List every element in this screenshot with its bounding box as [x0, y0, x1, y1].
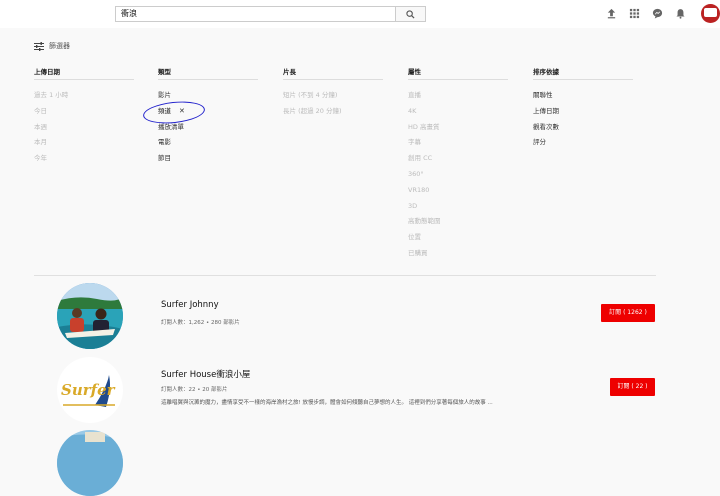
filter-option[interactable]: 字幕	[408, 135, 508, 151]
filter-option-label: HD 高畫質	[408, 122, 440, 131]
filter-option-label: 節目	[158, 154, 171, 163]
filter-option[interactable]: 長片 (超過 20 分鐘)	[283, 104, 383, 120]
channel-meta: 訂閱人數：1,262 • 280 部影片	[161, 320, 240, 326]
channel-avatar[interactable]	[57, 283, 123, 349]
filter-option[interactable]: 今年	[34, 151, 134, 167]
filter-option[interactable]: 360°	[408, 167, 508, 183]
filter-column-features: 屬性 直播 4K HD 高畫質 字幕創用 CC 360° VR180 3D 高動態範圍位置已購…	[408, 66, 508, 262]
filter-option[interactable]: 3D	[408, 199, 508, 215]
filter-option-label: 今年	[34, 154, 47, 163]
filter-option[interactable]: HD 高畫質	[408, 120, 508, 136]
filter-option-label: 本週	[34, 122, 47, 131]
filter-option[interactable]: 位置	[408, 230, 508, 246]
filter-column-title: 類型	[158, 66, 258, 80]
filters-label: 篩選器	[49, 42, 70, 50]
notifications-bell-icon[interactable]	[675, 8, 686, 19]
filter-option-label: 今日	[34, 106, 47, 115]
channel-description: 這離唱翼與沉澱的魔力，盡情享受不一樣的海岸漁村之旅! 放慢步調，體會如何傾聽自己…	[161, 400, 493, 406]
filter-option-label: 關聯性	[533, 91, 553, 99]
filter-option-label: 360°	[408, 169, 424, 178]
channel-avatar[interactable]	[57, 430, 123, 496]
filter-column-title: 片長	[283, 66, 383, 80]
filter-column-upload-date: 上傳日期 過去 1 小時 今日本週本月今年	[34, 66, 134, 167]
filter-option-label: 4K	[408, 106, 417, 115]
filter-option-label: 評分	[533, 138, 546, 147]
filter-option-label: 本月	[34, 138, 47, 147]
filter-option[interactable]: 已購買	[408, 246, 508, 262]
filter-column-sort-by: 排序依據 關聯性上傳日期觀看次數評分	[533, 66, 633, 151]
search-icon	[406, 10, 415, 19]
filter-option-label: 長片 (超過 20 分鐘)	[283, 106, 342, 115]
channel-avatar[interactable]: Surfer	[57, 357, 123, 423]
filter-option-label: 3D	[408, 201, 418, 210]
filter-option-label: 電影	[158, 138, 171, 147]
filters-toggle[interactable]: 篩選器	[34, 41, 70, 51]
apps-icon[interactable]	[629, 8, 640, 19]
filter-option[interactable]: 本月	[34, 135, 134, 151]
filter-option[interactable]: 今日	[34, 104, 134, 120]
filter-option-label: 上傳日期	[533, 106, 559, 115]
filter-option[interactable]: 過去 1 小時	[34, 88, 134, 104]
filter-option-label: 短片 (不到 4 分鐘)	[283, 91, 338, 99]
logo-text: Surfer	[61, 381, 116, 399]
channel-avatar-logo: Surfer	[57, 357, 123, 423]
filter-option-label: VR180	[408, 185, 430, 194]
filter-option[interactable]: 關聯性	[533, 88, 633, 104]
filter-option[interactable]: 短片 (不到 4 分鐘)	[283, 88, 383, 104]
filter-option[interactable]: VR180	[408, 183, 508, 199]
channel-avatar-photo	[57, 283, 123, 349]
search-button[interactable]	[396, 6, 426, 22]
filter-option-label: 已購買	[408, 248, 428, 257]
messages-icon[interactable]	[652, 8, 663, 19]
subscribe-button[interactable]: 訂閱 ( 22 )	[610, 378, 655, 396]
channel-meta: 訂閱人數：22 • 20 部影片	[161, 387, 228, 393]
subscribe-button[interactable]: 訂閱 ( 1262 )	[601, 304, 655, 322]
filter-option[interactable]: 直播	[408, 88, 508, 104]
account-avatar[interactable]	[701, 4, 720, 23]
filter-option[interactable]: 電影	[158, 135, 258, 151]
filter-option[interactable]: 4K	[408, 104, 508, 120]
filter-column-title: 排序依據	[533, 66, 633, 80]
filter-option-label: 影片	[158, 91, 171, 99]
filter-column-title: 上傳日期	[34, 66, 134, 80]
filter-option[interactable]: 高動態範圍	[408, 214, 508, 230]
filter-option-label: 播放清單	[158, 122, 184, 131]
filter-option-label: 直播	[408, 91, 421, 99]
filter-option[interactable]: 節目	[158, 151, 258, 167]
filter-column-duration: 片長 短片 (不到 4 分鐘) 長片 (超過 20 分鐘)	[283, 66, 383, 120]
top-bar: 衝浪	[0, 0, 720, 28]
channel-avatar-photo	[57, 430, 123, 496]
filter-option[interactable]: 評分	[533, 135, 633, 151]
filter-option-label: 創用 CC	[408, 154, 433, 163]
filter-option-label: 位置	[408, 233, 421, 242]
filter-column-title: 屬性	[408, 66, 508, 80]
channel-name[interactable]: Surfer Johnny	[161, 300, 219, 310]
filter-option[interactable]: 本週	[34, 120, 134, 136]
filter-option-label: 高動態範圍	[408, 217, 441, 226]
filter-option[interactable]: 觀看次數	[533, 120, 633, 136]
filter-option[interactable]: 創用 CC	[408, 151, 508, 167]
filter-option-label: 觀看次數	[533, 122, 559, 131]
filter-option[interactable]: 上傳日期	[533, 104, 633, 120]
divider	[34, 275, 656, 276]
filter-sliders-icon	[34, 41, 44, 51]
upload-icon[interactable]	[606, 8, 617, 19]
channel-name[interactable]: Surfer House衝浪小屋	[161, 368, 250, 380]
filter-option-label: 字幕	[408, 138, 421, 147]
filter-option-label: 過去 1 小時	[34, 91, 69, 99]
search-input[interactable]: 衝浪	[115, 6, 396, 22]
